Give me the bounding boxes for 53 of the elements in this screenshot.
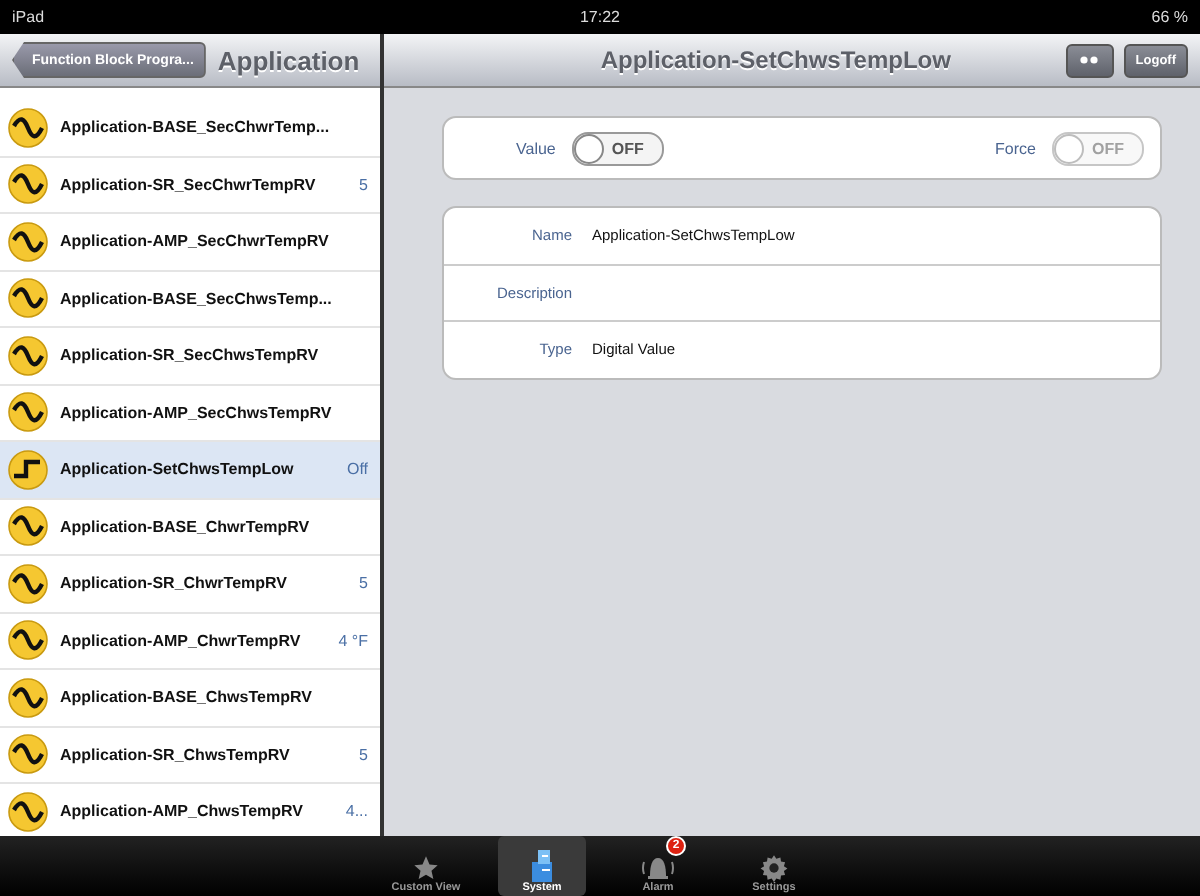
wave-signal-icon	[8, 734, 48, 775]
wave-signal-icon	[8, 791, 48, 832]
navigation-title: Application	[217, 45, 360, 75]
item-name: Application-SR_ChwrTempRV	[60, 574, 287, 593]
item-value: 5	[359, 745, 368, 764]
star-icon	[412, 854, 440, 882]
wave-signal-icon	[8, 392, 48, 433]
wave-signal-icon	[8, 335, 48, 376]
list-item[interactable]: Application-AMP_ChwrTempRV 4 °F	[0, 613, 380, 670]
wave-signal-icon	[8, 506, 48, 547]
link-button[interactable]	[1065, 43, 1114, 77]
system-icon	[528, 850, 556, 882]
wave-signal-icon	[8, 107, 48, 148]
item-name: Application-BASE_SecChwrTemp...	[60, 118, 330, 137]
item-name: Application-AMP_ChwrTempRV	[60, 631, 301, 650]
wave-signal-icon	[8, 278, 48, 319]
item-value: Off	[346, 460, 368, 479]
list-item[interactable]: Application-BASE_SecChwsTemp...	[0, 271, 380, 328]
step-signal-icon	[8, 449, 48, 490]
item-name: Application-SR_SecChwrTempRV	[60, 175, 316, 194]
item-value: 5	[359, 175, 368, 194]
wave-signal-icon	[8, 563, 48, 604]
list-item[interactable]: Application-AMP_SecChwsTempRV	[0, 385, 380, 442]
item-name: Application-AMP_ChwsTempRV	[60, 802, 303, 821]
control-label: Force	[995, 139, 1036, 157]
item-value: 4...	[345, 802, 368, 821]
wave-signal-icon	[8, 164, 48, 205]
device-label: iPad	[12, 8, 45, 26]
battery-label: 66 %	[1151, 8, 1188, 26]
list-item[interactable]: Application-SR_ChwsTempRV 5	[0, 727, 380, 784]
item-value: 4 °F	[338, 631, 368, 650]
detail-title: Application-SetChwsTempLow	[598, 46, 953, 74]
item-name: Application-AMP_SecChwrTempRV	[60, 232, 329, 251]
wave-signal-icon	[8, 677, 48, 718]
wave-signal-icon	[8, 221, 48, 262]
dots-icon	[1080, 56, 1099, 64]
clock: 17:22	[579, 8, 621, 26]
item-name: Application-SR_ChwsTempRV	[60, 745, 290, 764]
list-item[interactable]: Application-SetChwsTempLow Off	[0, 442, 380, 499]
item-name: Application-SR_SecChwsTempRV	[60, 346, 319, 365]
item-value: 5	[359, 574, 368, 593]
toggle-switch[interactable]: OFF	[571, 131, 664, 165]
item-name: Application-AMP_SecChwsTempRV	[60, 403, 332, 422]
item-name: Application-BASE_ChwrTempRV	[60, 517, 310, 536]
settings-icon	[760, 854, 788, 882]
wave-signal-icon	[8, 620, 48, 661]
control-label: Value	[516, 139, 556, 157]
item-name: Application-BASE_SecChwsTemp...	[60, 289, 332, 308]
list-item[interactable]: Application-BASE_ChwrTempRV	[0, 499, 380, 556]
item-name: Application-BASE_ChwsTempRV	[60, 688, 312, 707]
item-name: Application-SetChwsTempLow	[60, 460, 294, 479]
list-item[interactable]: Application-SR_SecChwrTempRV 5	[0, 157, 380, 214]
bell-icon	[640, 854, 676, 882]
